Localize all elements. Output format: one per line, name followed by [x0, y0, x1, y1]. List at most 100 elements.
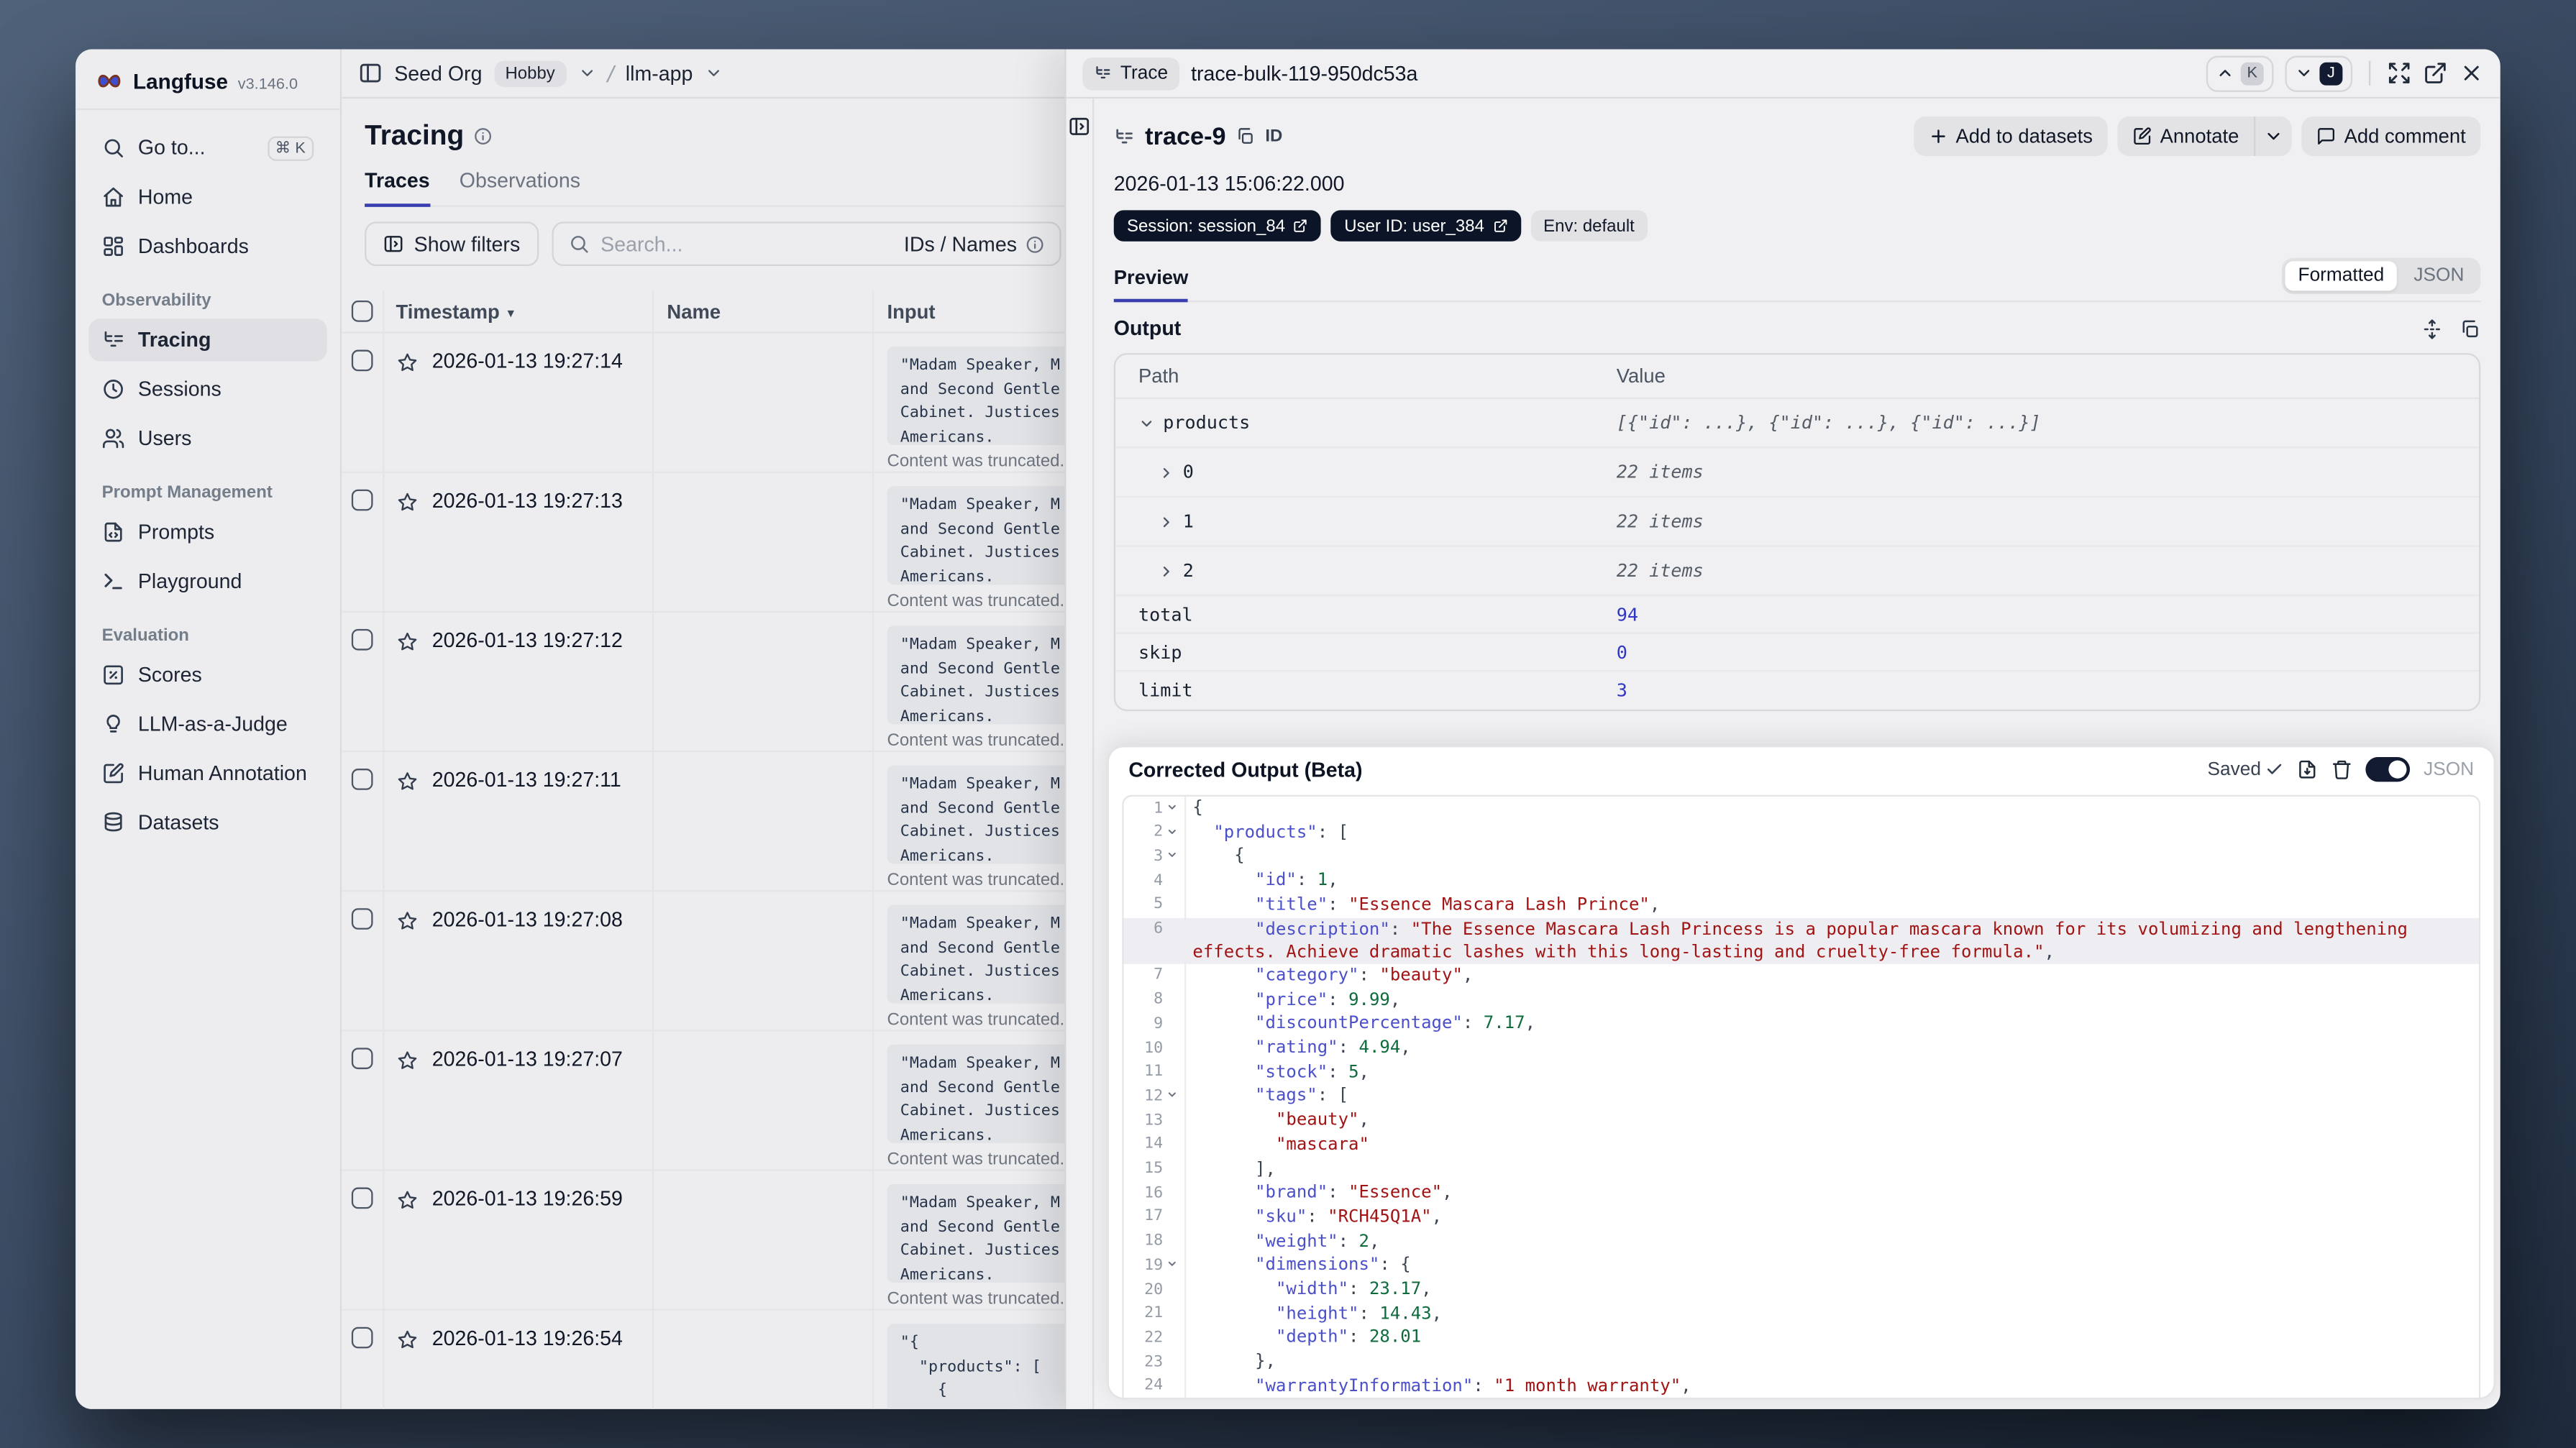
copy-icon[interactable]: [1236, 127, 1255, 146]
code-line[interactable]: 16 "brand": "Essence",: [1123, 1181, 2479, 1206]
tab-observations[interactable]: Observations: [460, 169, 580, 205]
save-file-icon[interactable]: [2297, 759, 2319, 780]
sidebar-item-playground[interactable]: Playground: [88, 560, 326, 602]
close-icon[interactable]: [2459, 61, 2484, 86]
row-checkbox[interactable]: [351, 1048, 373, 1070]
code-line[interactable]: 9 "discountPercentage": 7.17,: [1123, 1012, 2479, 1037]
code-line[interactable]: 19 "dimensions": {: [1123, 1253, 2479, 1278]
json-toggle[interactable]: [2366, 757, 2411, 782]
code-line[interactable]: 5 "title": "Essence Mascara Lash Prince"…: [1123, 893, 2479, 917]
project-name[interactable]: llm-app: [626, 62, 693, 85]
star-icon[interactable]: [396, 1329, 419, 1352]
sidebar-item-tracing[interactable]: Tracing: [88, 319, 327, 362]
json-editor[interactable]: 1{2 "products": [3 {4 "id": 1, 5 "title":…: [1122, 794, 2481, 1398]
code-line[interactable]: 10 "rating": 4.94,: [1123, 1036, 2479, 1061]
annotate-button[interactable]: Annotate: [2117, 116, 2254, 157]
chevron-down-icon[interactable]: [1138, 415, 1155, 431]
row-checkbox[interactable]: [351, 349, 373, 372]
star-icon[interactable]: [396, 352, 419, 375]
search-box[interactable]: IDs / Names: [551, 221, 1061, 267]
sidebar-item-users[interactable]: Users: [88, 417, 326, 459]
org-chevron-down-icon[interactable]: [578, 64, 596, 82]
add-to-datasets-button[interactable]: Add to datasets: [1913, 116, 2108, 157]
panel-expand-icon[interactable]: [1068, 115, 1091, 138]
format-formatted-option[interactable]: Formatted: [2285, 261, 2398, 291]
star-icon[interactable]: [396, 1189, 419, 1212]
fold-chevron-icon[interactable]: [1163, 797, 1181, 821]
open-external-icon[interactable]: [2423, 61, 2447, 86]
show-filters-button[interactable]: Show filters: [365, 221, 539, 267]
code-line[interactable]: 23 },: [1123, 1350, 2479, 1375]
trace-badge[interactable]: Env: default: [1530, 210, 1648, 242]
add-comment-button[interactable]: Add comment: [2301, 116, 2481, 157]
star-icon[interactable]: [396, 631, 419, 654]
code-line[interactable]: 4 "id": 1,: [1123, 869, 2479, 894]
output-row[interactable]: total 94: [1115, 596, 2480, 634]
code-line[interactable]: 13 "beauty",: [1123, 1109, 2479, 1133]
tab-preview[interactable]: Preview: [1113, 266, 1189, 303]
code-line[interactable]: 1{: [1123, 796, 2479, 821]
prev-trace-button[interactable]: K: [2206, 55, 2274, 91]
code-line[interactable]: 3 {: [1123, 845, 2479, 869]
unfold-vertical-icon[interactable]: [2421, 318, 2443, 339]
org-name[interactable]: Seed Org: [394, 62, 482, 85]
sidebar-item-sessions[interactable]: Sessions: [88, 368, 326, 411]
star-icon[interactable]: [396, 770, 419, 793]
row-checkbox[interactable]: [351, 628, 373, 651]
sidebar-item-dashboards[interactable]: Dashboards: [88, 225, 326, 267]
row-checkbox[interactable]: [351, 769, 373, 790]
code-line[interactable]: 17 "sku": "RCH45Q1A",: [1123, 1205, 2479, 1230]
search-input[interactable]: [600, 232, 892, 256]
fold-chevron-icon[interactable]: [1163, 1254, 1181, 1278]
code-line[interactable]: 21 "height": 14.43,: [1123, 1301, 2479, 1326]
output-row[interactable]: limit 3: [1115, 672, 2479, 710]
output-row[interactable]: skip 0: [1115, 634, 2480, 672]
sidebar-item-llm-as-a-judge[interactable]: LLM-as-a-Judge: [88, 703, 326, 746]
sidebar-item-prompts[interactable]: Prompts: [88, 510, 326, 553]
go-to-search[interactable]: Go to... ⌘ K: [88, 127, 326, 169]
trash-icon[interactable]: [2331, 759, 2353, 780]
output-row[interactable]: 2 22 items: [1115, 547, 2480, 597]
project-chevron-down-icon[interactable]: [704, 64, 722, 82]
star-icon[interactable]: [396, 491, 419, 514]
row-checkbox[interactable]: [351, 1187, 373, 1209]
star-icon[interactable]: [396, 1050, 419, 1073]
code-line[interactable]: 2 "products": [: [1123, 820, 2479, 846]
timestamp-column-header[interactable]: Timestamp ▼: [396, 300, 517, 323]
chevron-right-icon[interactable]: [1158, 464, 1174, 480]
sidebar-item-home[interactable]: Home: [88, 175, 326, 218]
output-row[interactable]: products [{"id": ...}, {"id": ...}, {"id"…: [1115, 399, 2480, 449]
name-column-header[interactable]: Name: [667, 300, 721, 323]
sidebar-item-datasets[interactable]: Datasets: [88, 802, 326, 844]
fold-chevron-icon[interactable]: [1163, 845, 1181, 869]
code-line[interactable]: 8 "price": 9.99,: [1123, 988, 2479, 1012]
annotate-menu-button[interactable]: [2253, 116, 2292, 157]
format-json-option[interactable]: JSON: [2401, 261, 2477, 290]
search-mode-selector[interactable]: IDs / Names: [904, 232, 1045, 255]
copy-icon[interactable]: [2459, 318, 2481, 339]
input-column-header[interactable]: Input: [887, 300, 936, 323]
row-checkbox[interactable]: [351, 1326, 373, 1349]
code-line[interactable]: 20 "width": 23.17,: [1123, 1278, 2479, 1302]
output-row[interactable]: 1 22 items: [1115, 498, 2480, 547]
row-checkbox[interactable]: [351, 489, 373, 511]
row-checkbox[interactable]: [351, 908, 373, 930]
star-icon[interactable]: [396, 910, 419, 933]
code-line[interactable]: 24 "warrantyInformation": "1 month warra…: [1123, 1374, 2479, 1398]
fold-chevron-icon[interactable]: [1163, 820, 1181, 845]
code-line[interactable]: 12 "tags": [: [1123, 1084, 2479, 1109]
next-trace-button[interactable]: J: [2285, 55, 2353, 91]
chevron-right-icon[interactable]: [1158, 562, 1174, 579]
tab-traces[interactable]: Traces: [365, 169, 430, 207]
code-line[interactable]: 18 "weight": 2,: [1123, 1229, 2479, 1254]
trace-badge[interactable]: User ID: user_384: [1330, 210, 1521, 242]
code-line[interactable]: 14 "mascara": [1123, 1132, 2479, 1158]
select-all-checkbox[interactable]: [351, 301, 373, 322]
info-icon[interactable]: [474, 127, 493, 146]
fold-chevron-icon[interactable]: [1163, 1085, 1181, 1109]
trace-badge[interactable]: Session: session_84: [1113, 210, 1322, 242]
code-line[interactable]: 6 "description": "The Essence Mascara La…: [1123, 917, 2480, 964]
sidebar-collapse-icon[interactable]: [358, 61, 383, 86]
code-line[interactable]: 11 "stock": 5,: [1123, 1060, 2479, 1085]
sidebar-item-scores[interactable]: Scores: [88, 654, 326, 696]
